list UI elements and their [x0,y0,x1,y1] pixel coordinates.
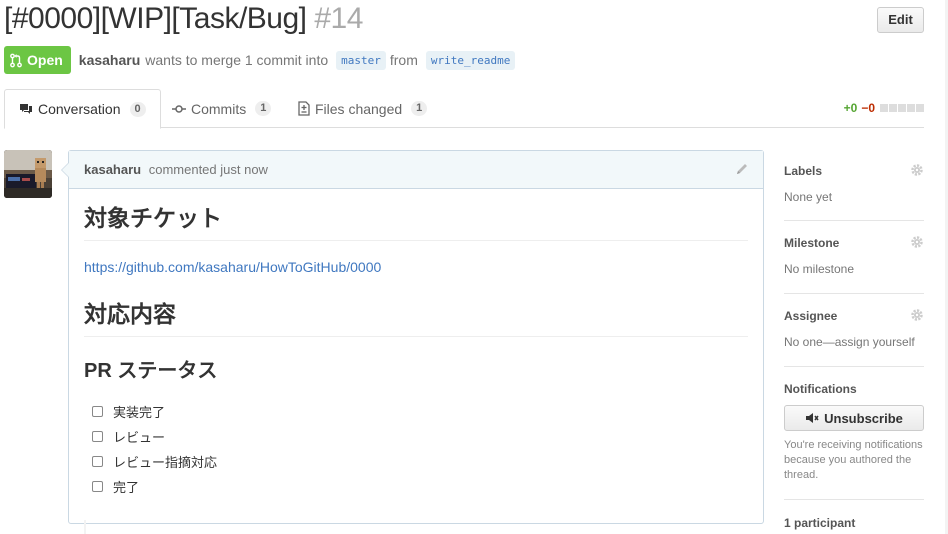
labels-value: None yet [784,190,833,204]
sidebar-milestone: Milestone No milestone [784,221,924,294]
comment-action: commented just now [148,162,268,177]
tab-files-changed-count: 1 [411,101,428,116]
heading-target-ticket: 対象チケット [84,203,748,241]
comment-icon [20,104,32,114]
diffstat-additions: +0 [843,101,858,115]
tab-commits[interactable]: Commits 1 [172,89,272,128]
milestone-value: No milestone [784,262,855,276]
comment-header: kasaharu commented just now [69,151,763,189]
edit-button[interactable]: Edit [877,7,924,33]
task-list-item: レビュー [84,424,748,449]
task-checkbox[interactable] [92,406,103,417]
pr-tabs: Conversation 0 Commits 1 Files changed 1… [4,89,924,129]
sidebar-participants: 1 participant [784,500,924,530]
mute-icon [806,413,819,423]
task-list-item: 実装完了 [84,399,748,424]
heading-pr-status: PR ステータス [84,360,218,382]
base-branch[interactable]: master [336,50,386,70]
notifications-note: You're receiving notifications because y… [784,439,923,481]
tab-files-changed[interactable]: Files changed 1 [298,89,428,128]
timeline-line [84,520,86,534]
state-badge: Open [4,46,71,74]
comment-body: 対象チケット https://github.com/kasaharu/HowTo… [69,203,763,499]
diffstat: +0 −0 [844,101,924,115]
participants-heading: 1 participant [784,516,856,530]
assignee-heading: Assignee [784,309,838,323]
pr-author-link[interactable]: kasaharu [79,52,140,68]
tab-conversation[interactable]: Conversation 0 [4,89,161,129]
sidebar-assignee: Assignee No one—assign yourself [784,294,924,367]
task-list-item: 完了 [84,474,748,499]
head-branch[interactable]: write_readme [425,50,516,70]
tab-files-changed-label: Files changed [315,100,403,117]
comment-author-link[interactable]: kasaharu [84,162,141,177]
sidebar-notifications: Notifications Unsubscribe You're receivi… [784,367,924,500]
heading-changes: 対応内容 [84,299,748,337]
diffstat-block [916,104,924,112]
pencil-icon[interactable] [735,162,749,176]
diff-icon [298,101,310,116]
unsubscribe-label: Unsubscribe [824,410,903,426]
task-checkbox[interactable] [92,481,103,492]
tab-conversation-label: Conversation [38,101,121,117]
task-list: 実装完了 レビュー レビュー指摘対応 完了 [84,399,748,499]
task-checkbox[interactable] [92,431,103,442]
tab-commits-label: Commits [191,100,247,117]
tab-commits-count: 1 [255,101,272,116]
task-label: レビュー [113,430,166,445]
task-checkbox[interactable] [92,456,103,467]
page-title: [#0000][WIP][Task/Bug] #14 [4,2,363,36]
unsubscribe-button[interactable]: Unsubscribe [784,405,924,431]
state-label: Open [27,52,63,68]
diffstat-deletions: −0 [861,101,875,115]
task-label: 実装完了 [113,405,166,420]
diffstat-block [907,104,915,112]
gear-icon[interactable] [910,308,924,322]
sidebar: Labels None yet Milestone No milestone A… [784,150,924,530]
diffstat-block [898,104,906,112]
merge-text: wants to merge 1 commit into [145,52,329,68]
commit-icon [172,104,186,113]
tab-conversation-count: 0 [129,101,146,117]
diffstat-block [889,104,897,112]
milestone-heading: Milestone [784,236,840,250]
sidebar-labels: Labels None yet [784,150,924,221]
task-label: レビュー指摘対応 [113,455,218,470]
pr-number: #14 [314,2,363,35]
ticket-link[interactable]: https://github.com/kasaharu/HowToGitHub/… [84,259,748,275]
avatar[interactable] [4,150,52,198]
notifications-heading: Notifications [784,382,857,396]
labels-heading: Labels [784,164,823,178]
pull-request-icon [10,53,22,67]
gear-icon[interactable] [910,235,924,249]
diffstat-block [880,104,888,112]
task-label: 完了 [113,480,140,495]
comment-box: kasaharu commented just now 対象チケット https… [61,150,764,524]
assignee-value[interactable]: No one—assign yourself [784,335,915,349]
task-list-item: レビュー指摘対応 [84,449,748,474]
pr-title: [#0000][WIP][Task/Bug] [4,2,307,35]
gear-icon[interactable] [910,163,924,177]
from-text: from [389,52,418,68]
pr-meta: Open kasaharu wants to merge 1 commit in… [4,46,519,74]
